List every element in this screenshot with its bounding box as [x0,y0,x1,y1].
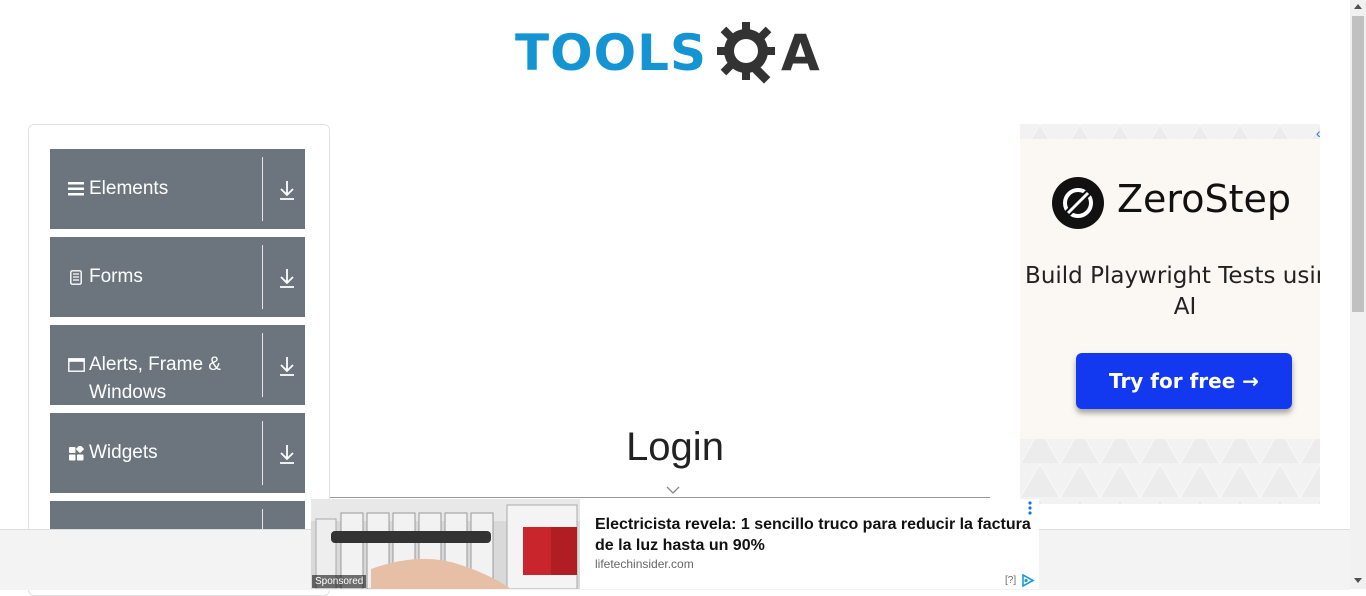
divider [330,497,990,498]
ad-headline[interactable]: Electricista revela: 1 sencillo truco pa… [595,514,1035,556]
scroll-up-icon[interactable] [1354,4,1362,9]
ad-domain[interactable]: lifetechinsider.com [595,557,694,571]
widgets-icon [67,444,85,462]
try-for-free-button[interactable]: Try for free → [1076,353,1292,409]
page-title: Login [626,425,724,469]
download-icon [280,181,294,200]
document-icon [67,268,85,286]
zerostep-logo-icon [1052,177,1104,229]
more-options-icon[interactable] [1028,501,1032,515]
chevron-down-icon [666,486,680,494]
ad-brand-name: ZeroStep [1117,177,1291,221]
download-icon [280,445,294,464]
ad-tagline: Build Playwright Tests using AI [1025,263,1320,320]
sidebar-item-alerts[interactable]: Alerts, Frame & Windows [50,325,305,405]
sidebar-item-elements[interactable]: Elements [50,149,305,229]
hamburger-icon [67,180,85,198]
sidebar-item-widgets[interactable]: Widgets [50,413,305,493]
divider [262,245,263,309]
scroll-down-icon[interactable] [1354,578,1362,583]
divider [262,333,263,397]
gear-search-icon [717,22,775,84]
scrollbar-thumb[interactable] [1352,16,1364,312]
window-icon [67,356,85,374]
sponsored-ad[interactable]: Sponsored Electricista revela: 1 sencill… [311,499,1039,589]
sidebar-item-forms[interactable]: Forms [50,237,305,317]
ad-banner-right[interactable]: ZeroStep Build Playwright Tests using AI… [1020,124,1320,504]
ad-info-link[interactable]: [?] [1005,575,1016,586]
logo-text-a: A [781,24,820,82]
sponsored-label: Sponsored [312,575,367,588]
sidebar-item-label: Elements [89,178,169,199]
sidebar: Elements Forms Alerts, Frame & Windows W… [28,124,330,596]
ad-card[interactable]: ZeroStep Build Playwright Tests using AI… [1020,139,1320,439]
logo-text-tools: TOOLS [515,24,707,82]
adchoices-icon[interactable] [1021,574,1035,587]
toolsqa-logo[interactable]: TOOLS A [515,14,840,92]
download-icon [280,357,294,376]
download-icon [280,269,294,288]
sidebar-item-label: Alerts, Frame & Windows [89,354,221,403]
divider [262,421,263,485]
ad-back-icon[interactable]: ‹ [1316,125,1321,141]
ad-image[interactable]: Sponsored [311,499,580,589]
sidebar-item-label: Forms [89,266,143,287]
sidebar-item-label: Widgets [89,442,158,463]
divider [262,157,263,221]
